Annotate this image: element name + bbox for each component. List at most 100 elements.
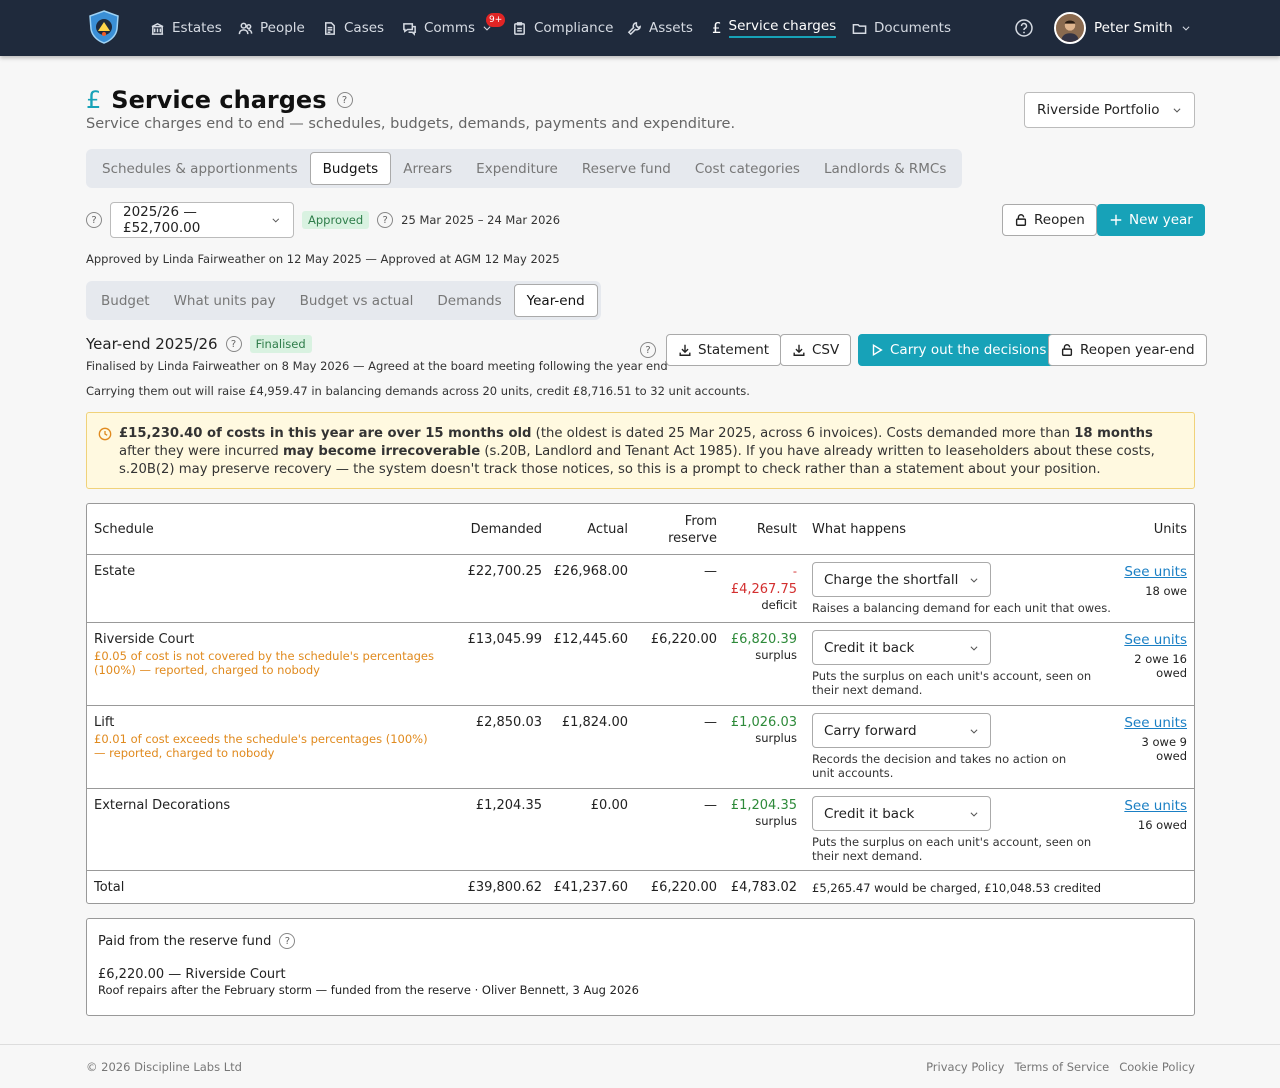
nav-estates[interactable]: Estates — [150, 0, 222, 56]
shield-logo-icon[interactable] — [86, 9, 122, 45]
row-reserve: — — [704, 798, 717, 813]
download-icon — [679, 344, 691, 356]
pound-icon: £ — [712, 19, 722, 37]
reserve-detail: Roof repairs after the February storm — … — [98, 983, 639, 997]
terms-link[interactable]: Terms of Service — [1014, 1060, 1109, 1074]
year-select-value: 2025/26 — £52,700.00 — [123, 204, 201, 236]
row-reserve: £6,220.00 — [650, 632, 717, 647]
page-subtitle: Service charges end to end — schedules, … — [86, 116, 736, 132]
tab-budget[interactable]: Budget — [89, 284, 162, 317]
warning-bold-1: £15,230.40 of costs in this year are ove… — [119, 426, 532, 441]
action-select[interactable]: Credit it back — [812, 630, 991, 665]
row-result-label: surplus — [755, 731, 797, 745]
units-count: 16 owed — [1137, 818, 1187, 832]
nav-compliance[interactable]: Compliance — [512, 0, 613, 56]
action-select[interactable]: Carry forward — [812, 713, 991, 748]
action-select[interactable]: Charge the shortfall — [812, 562, 991, 597]
comms-badge: 9+ — [486, 13, 506, 27]
help-icon[interactable]: ? — [225, 336, 242, 352]
year-dates: 25 Mar 2025 – 24 Mar 2026 — [401, 213, 561, 227]
top-nav: Estates People Cases Comms 9+ Compliance… — [0, 0, 1280, 56]
nav-documents[interactable]: Documents — [852, 0, 951, 56]
reopen-label: Reopen — [1034, 212, 1085, 228]
tab-schedules[interactable]: Schedules & apportionments — [90, 152, 310, 185]
wrench-icon — [627, 21, 641, 35]
total-demanded: £39,800.62 — [467, 880, 542, 895]
nav-people[interactable]: People — [238, 0, 305, 56]
copyright: © 2026 Discipline Labs Ltd — [86, 1060, 242, 1074]
row-demanded: £22,700.25 — [467, 564, 542, 579]
help-icon[interactable]: ? — [336, 92, 353, 108]
tab-demands[interactable]: Demands — [425, 284, 513, 317]
see-units-link[interactable]: See units — [1124, 632, 1187, 648]
chevron-down-icon — [970, 645, 978, 651]
status-badge: Finalised — [249, 335, 312, 353]
cookie-link[interactable]: Cookie Policy — [1119, 1060, 1195, 1074]
csv-button[interactable]: CSV — [780, 334, 852, 366]
row-demanded: £1,204.35 — [475, 798, 542, 813]
unlock-icon — [1061, 344, 1073, 356]
nav-documents-label: Documents — [874, 20, 951, 36]
action-description: Raises a balancing demand for each unit … — [812, 601, 1111, 615]
tab-cost-categories[interactable]: Cost categories — [683, 152, 812, 185]
portfolio-select[interactable]: Riverside Portfolio — [1024, 92, 1195, 128]
tab-budgets[interactable]: Budgets — [309, 152, 392, 185]
table-total-row: Total £39,800.62 £41,237.60 £6,220.00 £4… — [87, 871, 1194, 903]
year-row: ? 2025/26 — £52,700.00 Approved ? 25 Mar… — [86, 202, 560, 238]
see-units-link[interactable]: See units — [1124, 564, 1187, 580]
year-end-header: Year-end 2025/26 ? Finalised — [86, 335, 312, 353]
col-from-reserve: From reserve — [668, 513, 717, 547]
reserve-item: £6,220.00 — Riverside Court — [98, 967, 286, 982]
help-icon[interactable]: ? — [279, 933, 296, 949]
help-icon[interactable] — [1014, 18, 1034, 38]
nav-cases[interactable]: Cases — [322, 0, 384, 56]
statement-button[interactable]: Statement — [666, 334, 782, 366]
chevron-down-icon — [970, 811, 978, 817]
nav-service-charges[interactable]: £ Service charges — [712, 0, 837, 56]
table-header: Schedule Demanded Actual From reserve Res… — [87, 504, 1194, 555]
nav-comms[interactable]: Comms — [402, 0, 492, 56]
table-row: Estate £22,700.25 £26,968.00 — - £4,267.… — [87, 555, 1194, 623]
carry-out-button[interactable]: Carry out the decisions — [858, 334, 1059, 366]
see-units-link[interactable]: See units — [1124, 715, 1187, 731]
help-icon[interactable]: ? — [377, 212, 394, 228]
finalised-line: Finalised by Linda Fairweather on 8 May … — [86, 359, 668, 373]
row-reserve: — — [704, 564, 717, 579]
clipboard-icon — [514, 21, 525, 35]
privacy-link[interactable]: Privacy Policy — [926, 1060, 1004, 1074]
action-value: Credit it back — [824, 805, 915, 822]
user-menu[interactable]: Peter Smith — [1054, 12, 1191, 44]
tab-reserve-fund[interactable]: Reserve fund — [570, 152, 683, 185]
nav-assets[interactable]: Assets — [627, 0, 693, 56]
tab-arrears[interactable]: Arrears — [391, 152, 464, 185]
tab-budget-vs-actual[interactable]: Budget vs actual — [288, 284, 426, 317]
carry-out-label: Carry out the decisions — [890, 342, 1047, 358]
nav-cases-label: Cases — [344, 20, 385, 36]
year-end-table: Schedule Demanded Actual From reserve Res… — [86, 503, 1195, 904]
warning-text-2: after they were incurred — [119, 444, 283, 459]
play-icon — [872, 343, 883, 357]
see-units-link[interactable]: See units — [1124, 798, 1187, 814]
new-year-button[interactable]: New year — [1097, 204, 1205, 236]
year-select[interactable]: 2025/26 — £52,700.00 — [110, 202, 294, 238]
reopen-button[interactable]: Reopen — [1002, 204, 1097, 236]
clock-icon — [98, 427, 112, 441]
tab-year-end[interactable]: Year-end — [513, 284, 598, 317]
new-year-label: New year — [1129, 212, 1193, 228]
action-select[interactable]: Credit it back — [812, 796, 991, 831]
row-result: £6,820.39 — [730, 632, 797, 647]
tab-what-units-pay[interactable]: What units pay — [162, 284, 288, 317]
row-result-label: surplus — [755, 814, 797, 828]
reopen-year-end-button[interactable]: Reopen year-end — [1048, 334, 1207, 366]
row-demanded: £13,045.99 — [467, 632, 542, 647]
pound-icon: £ — [86, 86, 102, 114]
row-name: Lift — [94, 715, 115, 730]
unlock-icon — [1015, 214, 1027, 226]
warning-bold-2: 18 months — [1074, 426, 1153, 441]
avatar — [1054, 12, 1086, 44]
help-icon[interactable]: ? — [86, 212, 102, 228]
tab-landlords[interactable]: Landlords & RMCs — [812, 152, 958, 185]
tab-expenditure[interactable]: Expenditure — [464, 152, 570, 185]
reopen-year-end-label: Reopen year-end — [1080, 342, 1195, 358]
help-icon[interactable]: ? — [640, 342, 656, 358]
